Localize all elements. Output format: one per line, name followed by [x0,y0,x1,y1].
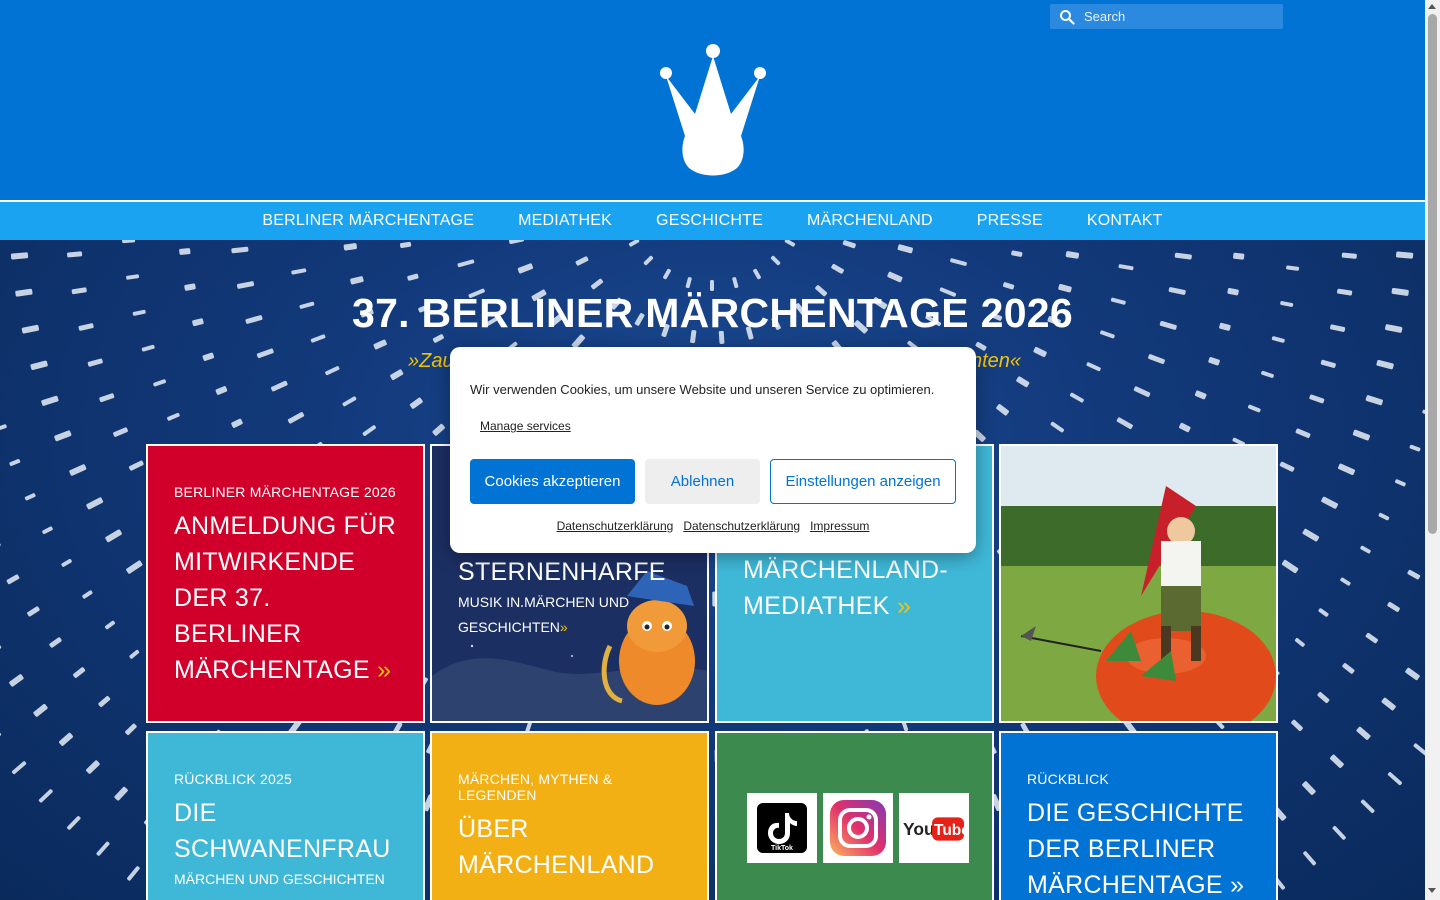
nav-item-geschichte[interactable]: GESCHICHTE [656,212,763,230]
youtube-icon: You Tube [903,817,965,841]
instagram-icon [830,800,886,856]
tile-schwanenfrau[interactable]: RÜCKBLICK 2025 DIE SCHWANENFRAU MÄRCHEN … [146,731,425,900]
search-icon [1060,9,1075,25]
tile-geschichte[interactable]: RÜCKBLICK DIE GESCHICHTE DER BERLINER MÄ… [999,731,1278,900]
tile-arrow: » [1230,871,1245,899]
deny-cookies-button[interactable]: Ablehnen [645,459,760,504]
tile-headline-text: DIE GESCHICHTE DER BERLINER MÄRCHENTAGE [1027,799,1244,899]
nav-item-kontakt[interactable]: KONTAKT [1087,212,1163,230]
tile-ueber-maerchenland[interactable]: MÄRCHEN, MYTHEN & LEGENDEN ÜBER MÄRCHENL… [430,731,709,900]
hero-title: 37. BERLINER MÄRCHENTAGE 2026 [351,290,1074,336]
nav-item-mediathek[interactable]: MEDIATHEK [518,212,612,230]
nav-item-berliner-maerchentage[interactable]: BERLINER MÄRCHENTAGE [262,212,474,230]
nav-item-maerchenland[interactable]: MÄRCHENLAND [807,212,933,230]
cookie-consent-dialog: Wir verwenden Cookies, um unsere Website… [450,347,976,553]
tile-headline-text: MÄRCHENLAND-MEDIATHEK [743,556,949,620]
main-nav: BERLINER MÄRCHENTAGE MEDIATHEK GESCHICHT… [0,200,1425,240]
search-box[interactable] [1050,4,1283,29]
gnome-apple-photo [1001,446,1276,721]
tile-arrow: » [896,592,912,620]
tile-maerchenland-photo[interactable] [999,444,1278,723]
show-settings-button[interactable]: Einstellungen anzeigen [770,459,956,504]
tile-sub: MÄRCHEN UND GESCHICHTEN [174,871,385,887]
tile-sub: MUSIK IN MÄRCHEN UND GESCHICHTEN» [458,590,687,640]
tile-headline: STERNENHARFE [458,558,666,586]
tile-kicker: BERLINER MÄRCHENTAGE 2026 [174,484,396,500]
tile-kicker: RÜCKBLICK [1027,771,1109,787]
tile-headline: MÄRCHENLAND-MEDIATHEK » [743,552,972,624]
youtube-link[interactable]: You Tube [899,793,969,863]
tiktok-label: TikTok [771,845,793,852]
hero-subtitle-left: »Zau [408,350,454,372]
scroll-down-arrow-icon[interactable] [1428,888,1436,893]
instagram-link[interactable] [823,793,893,863]
tile-kicker: RÜCKBLICK 2025 [174,771,292,787]
imprint-link[interactable]: Impressum [810,519,869,533]
tile-headline: ANMELDUNG FÜR MITWIRKENDE DER 37. BERLIN… [174,508,403,688]
tiktok-link[interactable]: TikTok [747,793,817,863]
hero-subtitle-right: nten« [971,350,1022,372]
tile-headline: DIE SCHWANENFRAU [174,799,391,863]
tile-headline-text: ANMELDUNG FÜR MITWIRKENDE DER 37. BERLIN… [174,512,396,684]
tiktok-icon: TikTok [757,803,807,853]
scroll-up-arrow-icon[interactable] [1428,4,1436,9]
accept-cookies-button[interactable]: Cookies akzeptieren [470,459,635,504]
site-header [0,0,1425,200]
nav-item-presse[interactable]: PRESSE [977,212,1043,230]
social-links: TikTok You Tube [747,793,969,863]
scroll-thumb[interactable] [1428,14,1437,534]
privacy-policy-link-2[interactable]: Datenschutzerklärung [683,519,800,533]
tile-sub-text: MUSIK IN MÄRCHEN UND GESCHICHTEN [458,594,630,635]
privacy-policy-link[interactable]: Datenschutzerklärung [557,519,674,533]
search-input[interactable] [1084,9,1274,24]
tile-headline: DIE GESCHICHTE DER BERLINER MÄRCHENTAGE … [1027,795,1256,900]
cookie-links: Datenschutzerklärung Datenschutzerklärun… [450,519,976,533]
youtube-you: You [903,819,935,839]
tile-kicker: MÄRCHEN, MYTHEN & LEGENDEN [458,771,613,803]
manage-services-link[interactable]: Manage services [480,419,571,433]
cookie-message: Wir verwenden Cookies, um unsere Website… [470,382,935,397]
crown-logo[interactable] [657,42,769,180]
tile-arrow: » [377,656,392,684]
page-scrollbar[interactable] [1425,0,1440,900]
tile-anmeldung[interactable]: BERLINER MÄRCHENTAGE 2026 ANMELDUNG FÜR … [146,444,425,723]
tile-arrow: » [559,619,568,635]
tile-headline: ÜBER MÄRCHENLAND [458,815,655,879]
tile-social: TikTok You Tube [715,731,994,900]
youtube-tube: Tube [934,822,965,839]
